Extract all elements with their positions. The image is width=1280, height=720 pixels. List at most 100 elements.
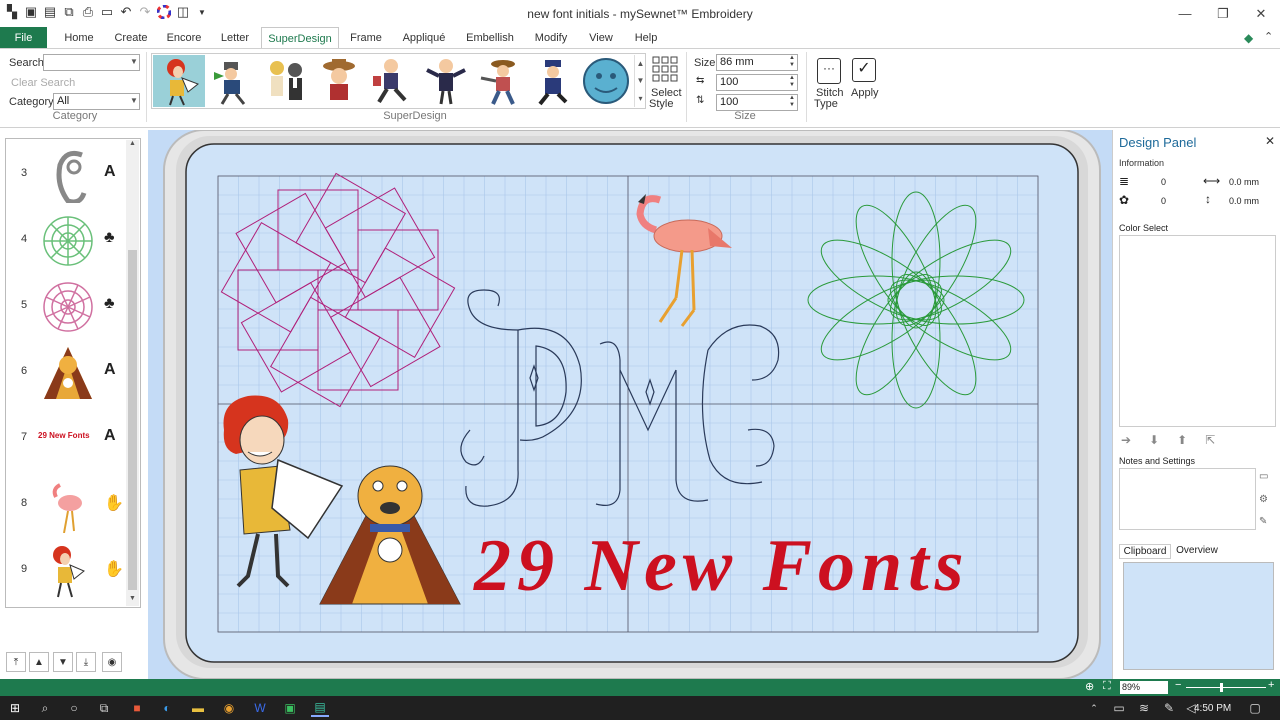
view-settings-icon[interactable]: ◉ xyxy=(102,652,122,672)
close-icon[interactable]: ✕ xyxy=(1242,0,1280,27)
community-icon[interactable]: ◆ xyxy=(1244,31,1253,45)
scroll-up-icon[interactable]: ▲ xyxy=(126,140,139,150)
superdesign-thumb-walking-man[interactable] xyxy=(366,55,418,107)
tab-view[interactable]: View xyxy=(582,27,620,49)
superdesign-thumb-cowboy[interactable] xyxy=(313,55,365,107)
zoom-in-icon[interactable]: + xyxy=(1268,679,1274,691)
restore-icon[interactable]: ❐ xyxy=(1204,0,1242,27)
width-input[interactable]: 100 xyxy=(716,74,798,91)
list-item-4[interactable]: 4 ♣ xyxy=(6,207,132,273)
color-up-icon[interactable]: ⬆ xyxy=(1177,433,1187,447)
superdesign-thumb-man-waving[interactable] xyxy=(420,55,472,107)
tray-expand-icon[interactable]: ⌃ xyxy=(1085,699,1103,717)
comment-icon[interactable]: ▭ xyxy=(1259,471,1268,482)
color-merge-icon[interactable]: ➔ xyxy=(1121,433,1131,447)
zoom-slider-thumb[interactable] xyxy=(1220,683,1223,692)
task-view-icon[interactable]: ⧉ xyxy=(95,699,113,717)
close-icon[interactable]: ✕ xyxy=(1265,134,1275,148)
move-down-icon[interactable]: ▼ xyxy=(53,652,73,672)
tab-superdesign[interactable]: SuperDesign xyxy=(261,27,339,49)
tab-create[interactable]: Create xyxy=(110,27,152,49)
tab-embellish[interactable]: Embellish xyxy=(461,27,519,49)
windows-start-icon[interactable]: ⊞ xyxy=(6,699,24,717)
clear-search-button[interactable]: Clear Search xyxy=(11,77,75,89)
list-item-9[interactable]: 9 ✋ xyxy=(6,537,132,603)
superdesign-thumb-moon-face[interactable] xyxy=(580,55,632,107)
move-to-bottom-icon[interactable]: ⤓ xyxy=(76,652,96,672)
zoom-select[interactable]: 89% xyxy=(1120,681,1168,694)
height-input[interactable]: 100 xyxy=(716,94,798,111)
tab-file[interactable]: File xyxy=(0,27,47,48)
width-spinner[interactable]: ▲ ▼ xyxy=(789,75,795,89)
pen-icon[interactable]: ✎ xyxy=(1160,699,1178,717)
headline-text[interactable]: 29 New Fonts xyxy=(473,525,970,607)
scroll-down-icon[interactable]: ▼ xyxy=(637,76,645,85)
superdesign-thumb-woman-reading[interactable] xyxy=(153,55,205,107)
zoom-slider[interactable] xyxy=(1186,687,1266,688)
wifi-icon[interactable]: ≋ xyxy=(1135,699,1153,717)
hoop-canvas[interactable]: 29 New Fonts xyxy=(148,129,1112,680)
scroll-up-icon[interactable]: ▲ xyxy=(637,59,645,68)
tab-help[interactable]: Help xyxy=(628,27,664,49)
height-spinner[interactable]: ▲ ▼ xyxy=(789,95,795,109)
list-item-3[interactable]: 3 A xyxy=(6,141,132,207)
stitch-type-icon[interactable]: ··· xyxy=(817,58,841,84)
superdesign-thumb-man-with-bugle[interactable] xyxy=(207,55,259,107)
select-style-label-2[interactable]: Style xyxy=(649,98,673,110)
list-item-5[interactable]: 5 ♣ xyxy=(6,273,132,339)
list-item-8[interactable]: 8 ✋ xyxy=(6,471,132,537)
superdesign-thumb-police-officer[interactable] xyxy=(527,55,579,107)
apply-button[interactable]: Apply xyxy=(851,87,879,99)
zoom-hoop-icon[interactable]: ⛶ xyxy=(1103,680,1111,693)
superdesign-thumb-couple[interactable] xyxy=(260,55,312,107)
battery-icon[interactable]: ▭ xyxy=(1110,699,1128,717)
minimize-icon[interactable]: — xyxy=(1166,0,1204,27)
superdesign-thumb-cowboy-gun[interactable] xyxy=(474,55,526,107)
edit-icon[interactable]: ✎ xyxy=(1259,516,1267,527)
notes-field[interactable] xyxy=(1119,468,1256,530)
gear-icon[interactable]: ⚙ xyxy=(1259,494,1268,505)
tab-letter[interactable]: Letter xyxy=(215,27,255,49)
mysewnet-taskbar-icon[interactable]: ▤ xyxy=(311,699,329,717)
notifications-icon[interactable]: ▢ xyxy=(1246,699,1264,717)
list-item-6[interactable]: 6 A xyxy=(6,339,132,405)
category-select[interactable]: All xyxy=(53,93,140,110)
gallery-scroll[interactable]: ▲ ▼ ▾ xyxy=(634,55,646,107)
cortana-icon[interactable]: ○ xyxy=(65,699,83,717)
word-icon[interactable]: W xyxy=(251,699,269,717)
tab-frame[interactable]: Frame xyxy=(345,27,387,49)
select-style-icon[interactable] xyxy=(652,56,678,82)
apply-check-icon[interactable]: ✓ xyxy=(852,58,876,82)
zoom-fit-icon[interactable]: ⊕ xyxy=(1085,680,1094,693)
scroll-down-icon[interactable]: ▼ xyxy=(126,595,139,605)
tab-modify[interactable]: Modify xyxy=(528,27,574,49)
scroll-thumb[interactable] xyxy=(128,250,137,590)
app-icon-red[interactable]: ■ xyxy=(128,699,146,717)
chrome-icon[interactable]: ◉ xyxy=(220,699,238,717)
edge-icon[interactable]: ◐ xyxy=(158,699,176,717)
tab-encore[interactable]: Encore xyxy=(162,27,206,49)
collapse-ribbon-icon[interactable]: ⌃ xyxy=(1264,30,1273,43)
app-icon-green[interactable]: ▣ xyxy=(281,699,299,717)
color-down-icon[interactable]: ⬇ xyxy=(1149,433,1159,447)
file-explorer-icon[interactable]: ▬ xyxy=(189,699,207,717)
tab-applique[interactable]: Appliqué xyxy=(396,27,452,49)
list-item-7[interactable]: 7 29 New Fonts A xyxy=(6,405,132,471)
clipboard-area[interactable] xyxy=(1123,562,1274,670)
taskbar-clock[interactable]: 4:50 PM xyxy=(1194,703,1231,714)
tab-clipboard[interactable]: Clipboard xyxy=(1119,544,1171,559)
move-up-icon[interactable]: ▲ xyxy=(29,652,49,672)
size-spinner[interactable]: ▲ ▼ xyxy=(789,55,795,69)
size-input[interactable]: 86 mm xyxy=(716,54,798,71)
search-dropdown-icon[interactable]: ▼ xyxy=(130,57,138,66)
category-dropdown-icon[interactable]: ▼ xyxy=(130,96,138,105)
gallery-expand-icon[interactable]: ▾ xyxy=(638,94,642,103)
tab-overview[interactable]: Overview xyxy=(1173,544,1221,559)
color-sort-icon[interactable]: ⇱ xyxy=(1205,433,1215,447)
list-scrollbar[interactable]: ▲ ▼ xyxy=(126,140,139,606)
zoom-out-icon[interactable]: − xyxy=(1175,679,1181,691)
color-select-list[interactable] xyxy=(1119,235,1276,427)
search-input[interactable] xyxy=(43,54,140,71)
stitch-type-label-2[interactable]: Type xyxy=(814,98,838,110)
tab-home[interactable]: Home xyxy=(58,27,100,49)
